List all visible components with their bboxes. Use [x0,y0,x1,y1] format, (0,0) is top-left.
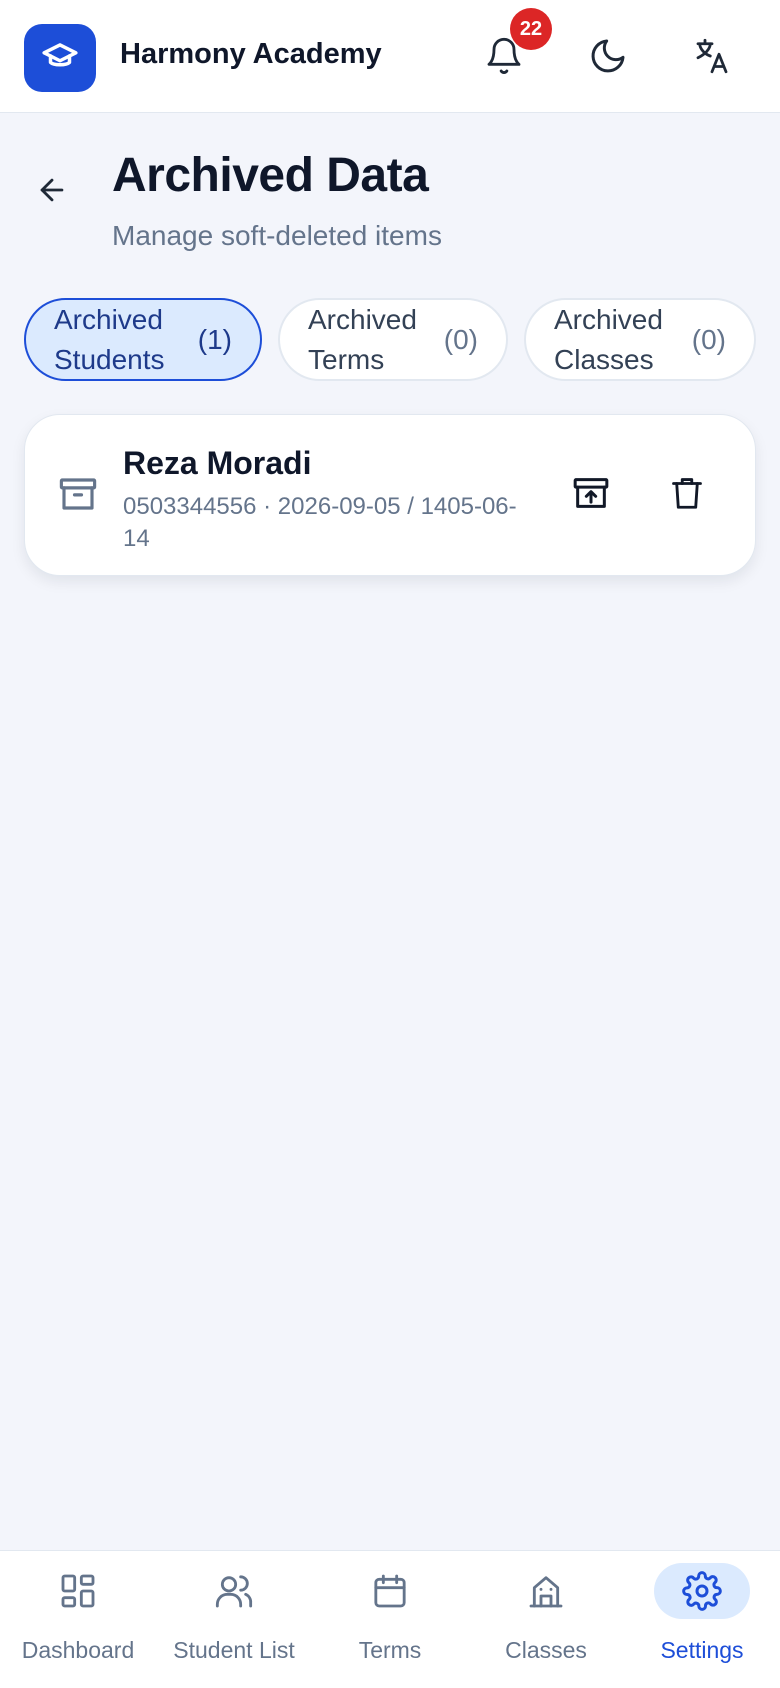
notification-badge: 22 [510,8,552,50]
app-name: Harmony Academy [120,38,382,70]
app-header: Harmony Academy 22 [0,0,780,113]
arrow-left-icon [35,173,69,212]
nav-student-list[interactable]: Student List [156,1551,312,1688]
tab-count: (0) [691,323,726,355]
trash-icon [668,474,706,517]
archive-restore-icon [571,473,611,518]
nav-terms[interactable]: Terms [312,1551,468,1688]
calendar-icon [342,1563,438,1619]
translate-icon [691,35,733,82]
page-title: Archived Data [112,149,429,202]
nav-settings[interactable]: Settings [624,1551,780,1688]
tab-archived-terms[interactable]: Archived Terms (0) [278,298,508,381]
page-subtitle: Manage soft-deleted items [112,220,442,251]
tab-label: Archived Terms [308,303,417,375]
language-button[interactable] [684,30,740,86]
gear-icon [654,1563,750,1619]
list-item: Reza Moradi 0503344556 · 2026-09-05 / 14… [24,414,756,576]
tab-count: (0) [443,323,478,355]
tab-label: Archived Students [54,303,165,375]
nav-dashboard[interactable]: Dashboard [0,1551,156,1688]
users-icon [186,1563,282,1619]
app-logo[interactable] [24,24,96,92]
tab-archived-classes[interactable]: Archived Classes (0) [524,298,756,381]
student-name: Reza Moradi [123,445,312,481]
nav-classes[interactable]: Classes [468,1551,624,1688]
moon-icon [588,36,628,81]
graduation-cap-icon [41,37,79,80]
student-meta: 0503344556 · 2026-09-05 / 1405-06-14 [123,493,517,552]
delete-button[interactable] [661,469,713,521]
nav-label: Settings [660,1637,744,1663]
restore-button[interactable] [565,469,617,521]
archive-icon [55,471,101,517]
nav-label: Dashboard [21,1637,135,1663]
nav-label: Terms [358,1637,422,1663]
tab-archived-students[interactable]: Archived Students (1) [24,298,262,381]
nav-label: Classes [505,1637,587,1663]
building-icon [498,1563,594,1619]
tab-label: Archived Classes [554,303,663,375]
tab-count: (1) [197,323,232,355]
back-button[interactable] [28,168,76,216]
dashboard-icon [30,1563,126,1619]
bottom-nav: Dashboard Student List Terms Classes Set… [0,1550,780,1688]
theme-toggle-button[interactable] [580,30,636,86]
nav-label: Student List [173,1637,295,1663]
